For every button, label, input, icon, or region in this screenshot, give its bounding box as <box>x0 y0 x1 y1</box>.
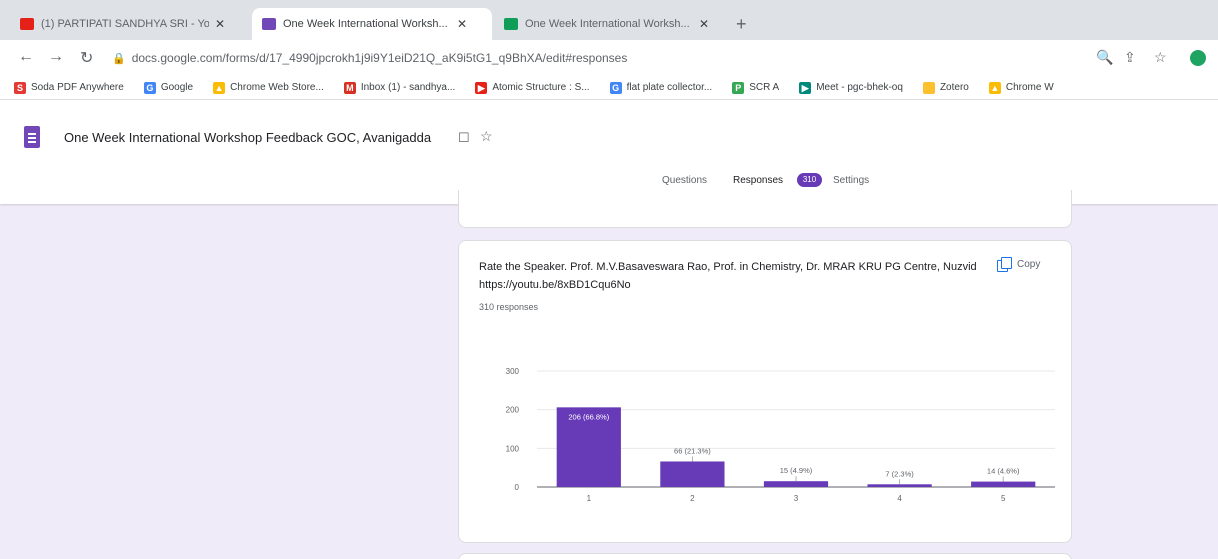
y-tick-label: 0 <box>515 483 520 492</box>
bookmark-icon: M <box>343 81 356 94</box>
tab-responses[interactable]: Responses <box>733 175 783 186</box>
google-forms-icon <box>262 18 276 30</box>
y-tick-label: 300 <box>506 367 520 376</box>
bookmark-item[interactable]: S Soda PDF Anywhere <box>14 81 124 94</box>
bookmark-item[interactable]: M Inbox (1) - sandhya... <box>343 81 455 94</box>
x-tick-label: 2 <box>690 494 695 503</box>
x-tick-label: 4 <box>897 494 902 503</box>
tab-settings[interactable]: Settings <box>833 175 869 186</box>
address-bar[interactable]: 🔒 docs.google.com/forms/d/17_4990jpcrokh… <box>112 45 1072 71</box>
x-tick-label: 1 <box>587 494 592 503</box>
bookmarks-bar: S Soda PDF Anywhere G Google ▲ Chrome Web S… <box>0 76 1218 100</box>
x-tick-label: 3 <box>794 494 799 503</box>
bookmark-icon: ▲ <box>213 81 226 94</box>
bar <box>867 484 932 487</box>
tab-title: (1) PARTIPATI SANDHYA SRI - Yo... <box>41 18 209 30</box>
star-icon[interactable]: ☆ <box>480 128 493 145</box>
search-icon[interactable]: 🔍 <box>1096 49 1113 66</box>
bookmark-icon: P <box>732 81 745 94</box>
question-summary-card: Rate the Speaker. Prof. M.V.Basaveswara … <box>458 240 1072 543</box>
close-icon[interactable]: ✕ <box>215 17 225 31</box>
data-label: 7 (2.3%) <box>885 469 914 478</box>
bookmark-item[interactable]: P SCR A <box>732 81 779 94</box>
bookmark-item[interactable]: Gflat plate collector... <box>609 81 712 94</box>
tab-title: One Week International Worksh... <box>525 18 690 30</box>
bookmark-icon: S <box>14 81 26 94</box>
forms-header: One Week International Workshop Feedback… <box>0 100 1218 204</box>
bookmark-icon: G <box>143 81 156 94</box>
move-to-folder-icon[interactable]: ☐ <box>458 130 470 146</box>
google-sheets-icon <box>504 18 518 30</box>
data-label: 14 (4.6%) <box>987 467 1020 476</box>
data-label: 66 (21.3%) <box>674 446 711 455</box>
profile-avatar-icon[interactable] <box>1190 50 1206 66</box>
y-tick-label: 200 <box>506 406 520 415</box>
data-label: 15 (4.9%) <box>780 466 813 475</box>
bookmark-item[interactable]: ▶ Meet - pgc-bhek-oq <box>799 81 903 94</box>
previous-question-card <box>458 190 1072 228</box>
bookmark-item[interactable]: ▲ Chrome W <box>988 81 1054 94</box>
y-tick-label: 100 <box>506 444 520 453</box>
data-label: 206 (66.8%) <box>568 412 609 421</box>
bookmark-icon: ▶ <box>475 81 488 94</box>
new-tab-button[interactable]: + <box>736 14 747 35</box>
reload-icon[interactable]: ↻ <box>80 48 93 68</box>
bar-chart: 0 100 200 300 206 (66.8%) 1 66 (21.3%) 2 15 (4.9… <box>506 367 1055 503</box>
close-icon[interactable]: ✕ <box>699 17 709 31</box>
bookmark-item[interactable]: ▲ Chrome Web Store... <box>213 81 324 94</box>
bar <box>971 481 1036 487</box>
bookmark-item[interactable]: G Google <box>143 81 193 94</box>
google-forms-logo-icon[interactable] <box>24 126 40 148</box>
folder-icon <box>922 81 935 94</box>
response-count-badge: 310 <box>797 173 822 187</box>
tab-questions[interactable]: Questions <box>662 175 707 186</box>
bar <box>660 461 725 487</box>
bookmark-star-icon[interactable]: ☆ <box>1154 49 1167 66</box>
browser-tab-forms[interactable]: One Week International Worksh... ✕ <box>252 8 492 40</box>
share-icon[interactable]: ⇪ <box>1124 49 1136 66</box>
bookmark-icon: G <box>609 81 622 94</box>
url-text: docs.google.com/forms/d/17_4990jpcrokh1j… <box>131 51 628 65</box>
back-arrow-icon[interactable]: ← <box>18 48 34 66</box>
browser-tab-youtube[interactable]: (1) PARTIPATI SANDHYA SRI - Yo... ✕ <box>10 8 250 40</box>
next-question-card <box>458 553 1072 559</box>
lock-icon: 🔒 <box>112 52 126 65</box>
bar <box>763 481 829 487</box>
browser-tab-sheets[interactable]: One Week International Worksh... ✕ <box>494 8 734 40</box>
forward-arrow-icon[interactable]: → <box>48 48 64 66</box>
form-title[interactable]: One Week International Workshop Feedback… <box>64 130 431 145</box>
x-tick-label: 5 <box>1001 494 1006 503</box>
browser-tab-strip: (1) PARTIPATI SANDHYA SRI - Yo... ✕ One … <box>0 0 1218 40</box>
bookmark-icon: ▶ <box>799 81 812 94</box>
close-icon[interactable]: ✕ <box>457 17 467 31</box>
bookmark-icon: ▲ <box>988 81 1001 94</box>
bookmark-item[interactable]: Zotero <box>922 81 969 94</box>
youtube-icon <box>20 18 34 30</box>
tab-title: One Week International Worksh... <box>283 18 448 30</box>
browser-toolbar: ← → ↻ 🔒 docs.google.com/forms/d/17_4990j… <box>0 40 1218 76</box>
bookmark-item[interactable]: ▶ Atomic Structure : S... <box>475 81 590 94</box>
